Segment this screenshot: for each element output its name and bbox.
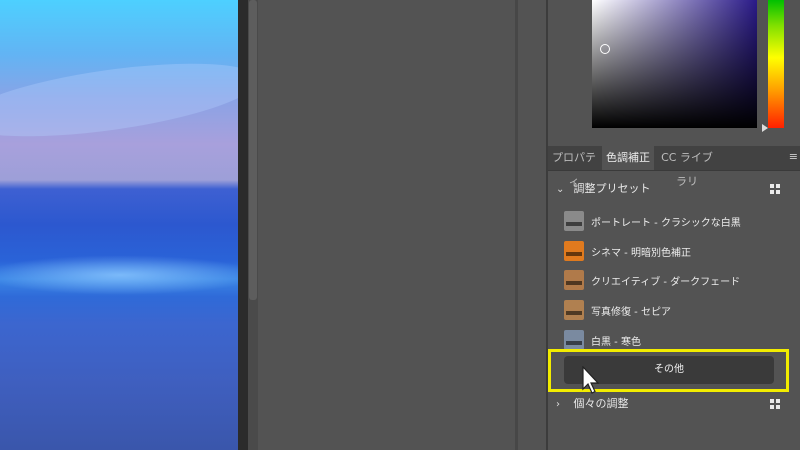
- grid-view-icon[interactable]: [770, 184, 780, 194]
- preset-thumbnail: [564, 330, 584, 350]
- photo-cloud: [0, 49, 238, 151]
- preset-thumbnail: [564, 211, 584, 231]
- preset-label: 写真修復 - セピア: [591, 306, 671, 318]
- panel-gap: [518, 0, 548, 450]
- preset-label: 白黒 - 寒色: [591, 336, 641, 348]
- mouse-cursor-icon: [582, 366, 600, 394]
- chevron-right-icon: ›: [556, 399, 560, 410]
- chevron-down-icon: ⌄: [556, 184, 565, 195]
- preset-label: クリエイティブ - ダークフェード: [591, 276, 741, 288]
- canvas-divider: [238, 0, 248, 450]
- preset-label: シネマ - 明暗別色補正: [591, 247, 691, 259]
- preset-item[interactable]: クリエイティブ - ダークフェード: [564, 268, 740, 292]
- preset-thumbnail: [564, 300, 584, 320]
- hue-slider-marker[interactable]: [762, 124, 768, 132]
- tab-properties[interactable]: プロパティ: [548, 146, 600, 188]
- preset-label: ポートレート - クラシックな白黒: [591, 217, 741, 229]
- preset-section-header[interactable]: ⌄ 調整プリセット: [556, 179, 651, 199]
- hue-slider[interactable]: [768, 0, 784, 128]
- tab-adjustments[interactable]: 色調補正: [602, 146, 654, 170]
- grid-view-icon[interactable]: [770, 399, 780, 409]
- document-photo-preview: [0, 0, 238, 450]
- color-picker-marker[interactable]: [600, 44, 610, 54]
- individual-section-header[interactable]: › 個々の調整: [556, 394, 629, 414]
- scrollbar-thumb[interactable]: [249, 0, 257, 300]
- tab-cc-libraries[interactable]: CC ライブラリ: [656, 146, 718, 188]
- preset-section-title: 調整プリセット: [573, 182, 651, 195]
- preset-thumbnail: [564, 270, 584, 290]
- individual-section-title: 個々の調整: [573, 397, 629, 410]
- panel-menu-icon[interactable]: ≡: [789, 146, 798, 170]
- preset-item[interactable]: ポートレート - クラシックな白黒: [564, 209, 741, 233]
- preset-item[interactable]: 写真修復 - セピア: [564, 298, 671, 322]
- panel-tabbar: プロパティ 色調補正 CC ライブラリ ≡: [548, 146, 800, 188]
- preset-item[interactable]: シネマ - 明暗別色補正: [564, 239, 691, 263]
- preset-thumbnail: [564, 241, 584, 261]
- color-picker-field[interactable]: [592, 0, 757, 128]
- photo-wave: [0, 255, 238, 295]
